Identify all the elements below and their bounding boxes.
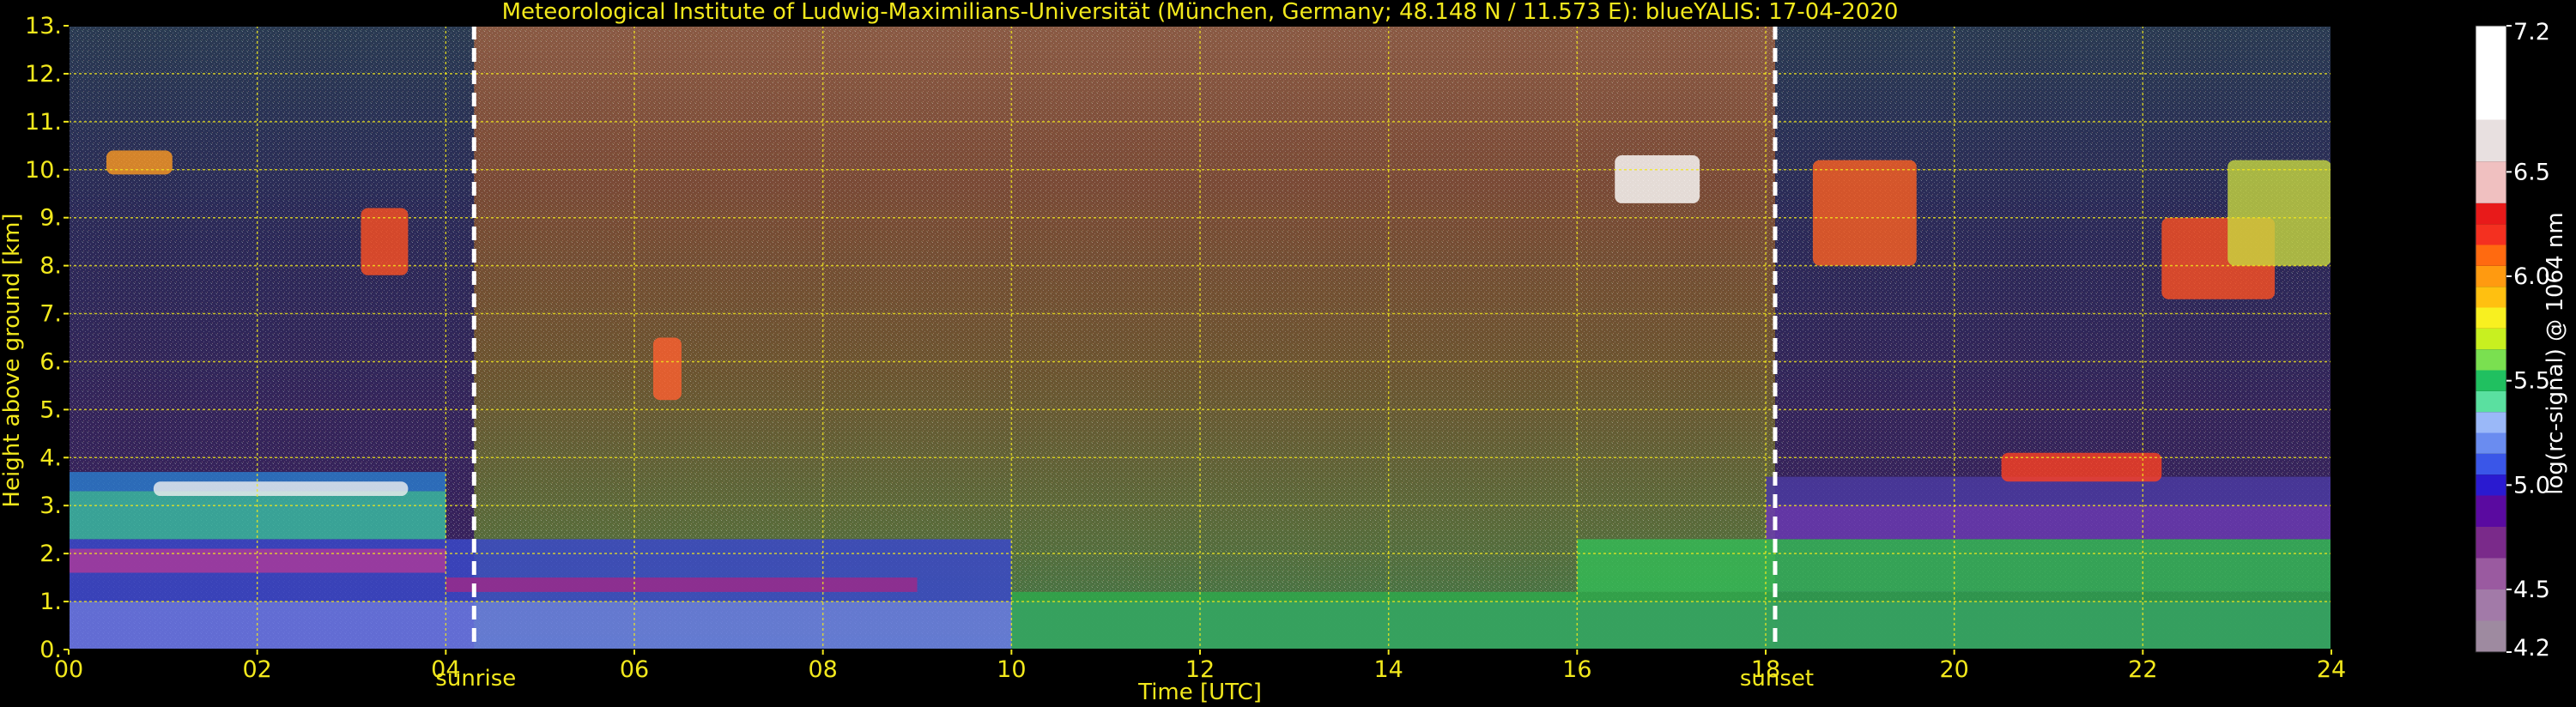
- cloud-low-layer: [153, 481, 409, 497]
- colorbar-segment: [2476, 328, 2506, 350]
- colorbar-label: log(rc-signal) @ 1064 nm: [2543, 212, 2568, 494]
- colorbar-segment: [2476, 453, 2506, 475]
- cloud-cirrus-late-edge: [2227, 160, 2331, 266]
- colorbar-segment: [2476, 620, 2506, 652]
- y-tick-label: 3.: [39, 492, 62, 519]
- lidar-chart: sunrise sunset 00 02 04 06 08 10 12 14 16 18 20 22 24…: [0, 0, 2576, 707]
- y-tick-label: 6.: [39, 348, 62, 375]
- aerosol-band-purple: [1766, 505, 2331, 540]
- colorbar-segment: [2476, 390, 2506, 413]
- colorbar-segment: [2476, 224, 2506, 245]
- y-tick-label: 2.: [39, 541, 62, 567]
- colorbar: 4.24.55.05.56.06.57.2: [2475, 19, 2550, 662]
- colorbar-segment: [2476, 287, 2506, 308]
- lidar-quicklook-svg: sunrise sunset 00 02 04 06 08 10 12 14 16 18 20 22 24…: [0, 0, 2568, 705]
- x-tick-label: 20: [1939, 656, 1968, 683]
- colorbar-segment: [2476, 495, 2506, 527]
- cloud-low-evening: [2001, 452, 2162, 482]
- colorbar-segment: [2476, 307, 2506, 329]
- cloud-cirrus-evening: [1812, 160, 1917, 266]
- colorbar-segment: [2476, 558, 2506, 589]
- colorbar-segment: [2476, 161, 2506, 203]
- y-tick-label: 7.: [39, 301, 62, 328]
- x-tick-label: 02: [242, 656, 271, 683]
- y-tick-label: 4.: [39, 444, 62, 471]
- x-tick-label: 16: [1562, 656, 1591, 683]
- colorbar-segment: [2476, 432, 2506, 454]
- colorbar-tick-label: 4.2: [2513, 635, 2550, 662]
- cloud-mid-day: [652, 337, 682, 401]
- y-tick-label: 1.: [39, 589, 62, 615]
- colorbar-segment: [2476, 527, 2506, 559]
- x-tick-label: 22: [2128, 656, 2157, 683]
- y-tick-label: 9.: [39, 205, 62, 232]
- y-tick-label: 8.: [39, 253, 62, 280]
- colorbar-segment: [2476, 202, 2506, 225]
- y-tick-label: 11.: [25, 109, 62, 136]
- y-tick-label: 12.: [25, 61, 62, 88]
- aerosol-band-magenta-2: [445, 577, 918, 592]
- colorbar-segment: [2476, 589, 2506, 621]
- x-tick-label: 24: [2317, 656, 2346, 683]
- cloud-cirrus-day: [1615, 154, 1700, 203]
- y-axis-label: Height above ground [km]: [0, 213, 25, 507]
- colorbar-segment: [2476, 412, 2506, 433]
- colorbar-segment: [2476, 370, 2506, 391]
- colorbar-tick-label: 6.5: [2513, 159, 2550, 185]
- y-tick-label: 13.: [25, 13, 62, 39]
- x-tick-label: 08: [808, 656, 837, 683]
- colorbar-segment: [2476, 119, 2506, 162]
- colorbar-tick-label: 4.5: [2513, 577, 2550, 603]
- colorbar-segment: [2476, 265, 2506, 287]
- x-axis-label: Time [UTC]: [1137, 680, 1262, 705]
- y-tick-label: 10.: [25, 157, 62, 184]
- x-tick-label: 06: [620, 656, 649, 683]
- colorbar-segment: [2476, 349, 2506, 371]
- x-tick-label: 14: [1373, 656, 1403, 683]
- cloud-early-high: [106, 150, 173, 175]
- x-tick-label: 10: [997, 656, 1026, 683]
- y-tick-label: 5.: [39, 396, 62, 423]
- x-tick-label: 04: [431, 656, 460, 683]
- colorbar-segment: [2476, 474, 2506, 496]
- aerosol-band-green: [1011, 591, 2331, 650]
- x-tick-label: 18: [1751, 656, 1780, 683]
- y-tick-label: 0.: [39, 637, 62, 663]
- colorbar-segment: [2476, 26, 2506, 120]
- chart-title: Meteorological Institute of Ludwig-Maxim…: [502, 0, 1899, 25]
- colorbar-tick-label: 7.2: [2513, 19, 2550, 45]
- colorbar-segment: [2476, 245, 2506, 266]
